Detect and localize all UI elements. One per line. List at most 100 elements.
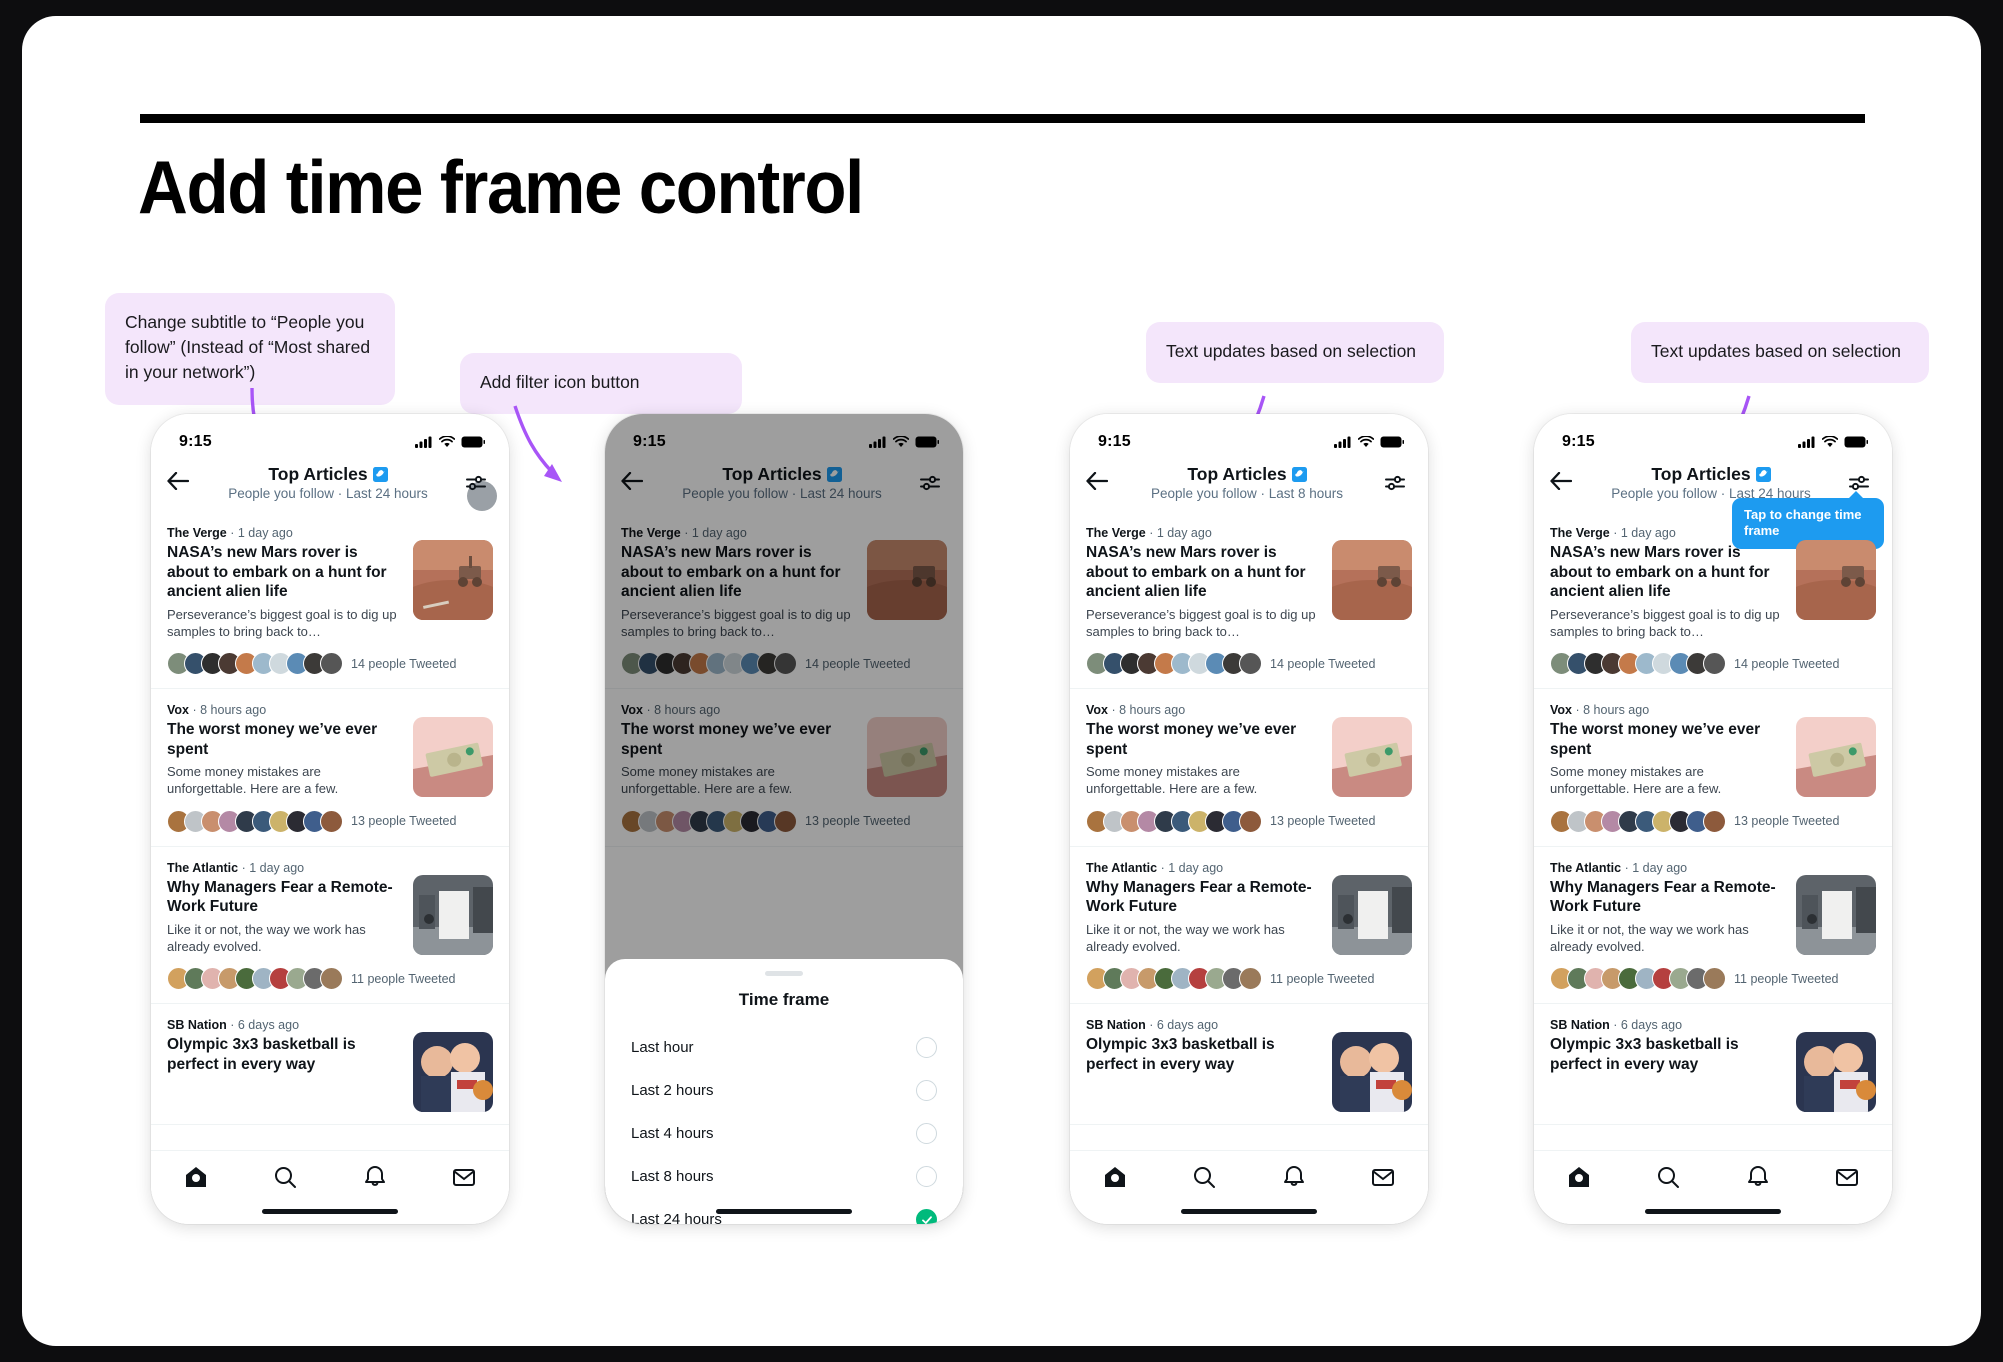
tab-messages[interactable] bbox=[1834, 1164, 1860, 1195]
time-option-last-4-hours[interactable]: Last 4 hours bbox=[605, 1112, 963, 1155]
article-block-2[interactable]: The Atlantic · 1 day ago Why Managers Fe… bbox=[151, 847, 509, 1005]
filter-button[interactable] bbox=[459, 471, 497, 511]
article-age: 6 days ago bbox=[1156, 1018, 1219, 1033]
battery-icon bbox=[461, 436, 485, 448]
tab-search[interactable] bbox=[272, 1164, 298, 1195]
money-image bbox=[1796, 717, 1876, 798]
article-row[interactable]: SB Nation · 6 days ago Olympic 3x3 baske… bbox=[1534, 1004, 1892, 1124]
time-option-last-2-hours[interactable]: Last 2 hours bbox=[605, 1069, 963, 1112]
avatar-stack bbox=[167, 967, 343, 991]
article-social: 13 people Tweeted bbox=[151, 809, 509, 846]
article-thumbnail bbox=[413, 717, 493, 798]
article-social: 14 people Tweeted bbox=[1534, 652, 1892, 688]
radio-unselected[interactable] bbox=[916, 1080, 937, 1101]
tab-notifications[interactable] bbox=[1745, 1164, 1771, 1195]
tab-home[interactable] bbox=[1566, 1164, 1592, 1195]
nav-center-1: Top Articles People you follow · Last 24… bbox=[197, 464, 459, 503]
nav-bar-3: Top Articles People you follow · Last 8 … bbox=[1070, 460, 1428, 512]
back-button[interactable] bbox=[167, 471, 197, 495]
article-thumbnail bbox=[1332, 540, 1412, 620]
nav-subtitle: People you follow · Last 8 hours bbox=[1150, 485, 1344, 501]
radio-unselected[interactable] bbox=[916, 1037, 937, 1058]
radio-unselected[interactable] bbox=[916, 1123, 937, 1144]
article-thumbnail bbox=[1796, 874, 1876, 955]
time-option-last-8-hours[interactable]: Last 8 hours bbox=[605, 1155, 963, 1198]
article-row[interactable]: The Atlantic · 1 day ago Why Managers Fe… bbox=[1534, 847, 1892, 968]
article-desc: Like it or not, the way we work has alre… bbox=[167, 921, 366, 955]
article-source: The Atlantic bbox=[1086, 860, 1158, 875]
article-row[interactable]: SB Nation · 6 days ago Olympic 3x3 baske… bbox=[1070, 1004, 1428, 1124]
tab-messages[interactable] bbox=[451, 1164, 477, 1195]
nav-center-4: Top Articles People you follow · Last 24… bbox=[1580, 464, 1842, 503]
tab-home[interactable] bbox=[183, 1164, 209, 1195]
article-title: The worst money we’ve ever spent bbox=[1086, 721, 1297, 758]
sheet-drag-handle[interactable] bbox=[765, 971, 803, 976]
article-row[interactable]: The Verge · 1 day ago NASA’s new Mars ro… bbox=[151, 512, 509, 652]
article-block-3[interactable]: SB Nation · 6 days ago Olympic 3x3 baske… bbox=[1070, 1004, 1428, 1126]
slide-canvas: Add time frame control Change subtitle t… bbox=[22, 16, 1981, 1346]
article-desc: Perseverance’s biggest goal is to dig up… bbox=[1086, 606, 1316, 639]
article-block-0[interactable]: The Verge · 1 day ago NASA’s new Mars ro… bbox=[151, 512, 509, 690]
article-social: 14 people Tweeted bbox=[151, 652, 509, 688]
page-heading: Top Articles bbox=[268, 463, 368, 484]
tab-notifications[interactable] bbox=[1281, 1164, 1307, 1195]
money-image bbox=[1332, 717, 1412, 798]
radio-unselected[interactable] bbox=[916, 1166, 937, 1187]
back-button[interactable] bbox=[1086, 471, 1116, 495]
article-desc: Some money mistakes are unforgettable. H… bbox=[1550, 764, 1722, 797]
article-block-1[interactable]: Vox · 8 hours ago The worst money we’ve … bbox=[151, 689, 509, 847]
time-option-label: Last 24 hours bbox=[631, 1211, 722, 1224]
time-frame-sheet: Time frame Last hour Last 2 hours Last 4… bbox=[605, 959, 963, 1224]
tab-home[interactable] bbox=[1102, 1164, 1128, 1195]
article-row[interactable]: The Verge · 1 day ago NASA’s new Mars ro… bbox=[1070, 512, 1428, 652]
filter-button[interactable] bbox=[1378, 471, 1412, 495]
time-option-last-hour[interactable]: Last hour bbox=[605, 1026, 963, 1069]
mail-icon bbox=[1836, 1169, 1859, 1186]
article-meta: SB Nation · 6 days ago bbox=[167, 1018, 300, 1033]
tab-search[interactable] bbox=[1655, 1164, 1681, 1195]
article-row[interactable]: The Atlantic · 1 day ago Why Managers Fe… bbox=[151, 847, 509, 968]
article-title: NASA’s new Mars rover is about to embark… bbox=[167, 544, 387, 601]
article-row[interactable]: Vox · 8 hours ago The worst money we’ve … bbox=[151, 689, 509, 810]
article-desc: Perseverance’s biggest goal is to dig up… bbox=[1550, 606, 1780, 639]
article-row[interactable]: The Atlantic · 1 day ago Why Managers Fe… bbox=[1070, 847, 1428, 968]
article-block-1[interactable]: Vox · 8 hours ago The worst money we’ve … bbox=[1534, 689, 1892, 847]
article-row[interactable]: The Verge · 1 day ago NASA’s new Mars ro… bbox=[1534, 512, 1892, 652]
article-row[interactable]: SB Nation · 6 days ago Olympic 3x3 baske… bbox=[151, 1004, 509, 1124]
article-thumbnail bbox=[1796, 717, 1876, 798]
avatar-stack bbox=[1086, 652, 1262, 676]
article-block-1[interactable]: Vox · 8 hours ago The worst money we’ve … bbox=[1070, 689, 1428, 847]
article-age: 8 hours ago bbox=[1119, 703, 1186, 718]
article-row[interactable]: Vox · 8 hours ago The worst money we’ve … bbox=[1534, 689, 1892, 810]
article-row[interactable]: Vox · 8 hours ago The worst money we’ve … bbox=[1070, 689, 1428, 810]
article-block-2[interactable]: The Atlantic · 1 day ago Why Managers Fe… bbox=[1534, 847, 1892, 1005]
article-block-0[interactable]: The Verge · 1 day ago NASA’s new Mars ro… bbox=[1534, 512, 1892, 690]
cellular-icon bbox=[1334, 436, 1351, 448]
article-feed-3: The Verge · 1 day ago NASA’s new Mars ro… bbox=[1070, 512, 1428, 1126]
tab-messages[interactable] bbox=[1370, 1164, 1396, 1195]
callout-updates-phone3-text: Text updates based on selection bbox=[1166, 341, 1417, 361]
bell-icon bbox=[1747, 1166, 1768, 1186]
radio-selected[interactable] bbox=[916, 1209, 937, 1224]
back-button[interactable] bbox=[1550, 471, 1580, 495]
article-thumbnail bbox=[1796, 1032, 1876, 1113]
mars-rover-image bbox=[1332, 540, 1412, 620]
avatar bbox=[320, 652, 343, 676]
time-option-label: Last 8 hours bbox=[631, 1168, 714, 1185]
tweet-count: 11 people Tweeted bbox=[1270, 971, 1375, 986]
article-social: 14 people Tweeted bbox=[1070, 652, 1428, 688]
tab-search[interactable] bbox=[1191, 1164, 1217, 1195]
cellular-icon bbox=[415, 436, 432, 448]
article-block-3[interactable]: SB Nation · 6 days ago Olympic 3x3 baske… bbox=[1534, 1004, 1892, 1126]
article-social: 11 people Tweeted bbox=[1070, 967, 1428, 1003]
article-block-3[interactable]: SB Nation · 6 days ago Olympic 3x3 baske… bbox=[151, 1004, 509, 1126]
wifi-icon bbox=[1822, 436, 1838, 447]
nav-subtitle: People you follow · Last 24 hours bbox=[228, 485, 428, 501]
article-block-2[interactable]: The Atlantic · 1 day ago Why Managers Fe… bbox=[1070, 847, 1428, 1005]
avatar bbox=[1703, 809, 1726, 833]
tab-notifications[interactable] bbox=[362, 1164, 388, 1195]
tweet-count: 11 people Tweeted bbox=[351, 971, 456, 986]
time-option-label: Last hour bbox=[631, 1039, 694, 1056]
article-source: The Atlantic bbox=[1550, 860, 1622, 875]
article-block-0[interactable]: The Verge · 1 day ago NASA’s new Mars ro… bbox=[1070, 512, 1428, 690]
